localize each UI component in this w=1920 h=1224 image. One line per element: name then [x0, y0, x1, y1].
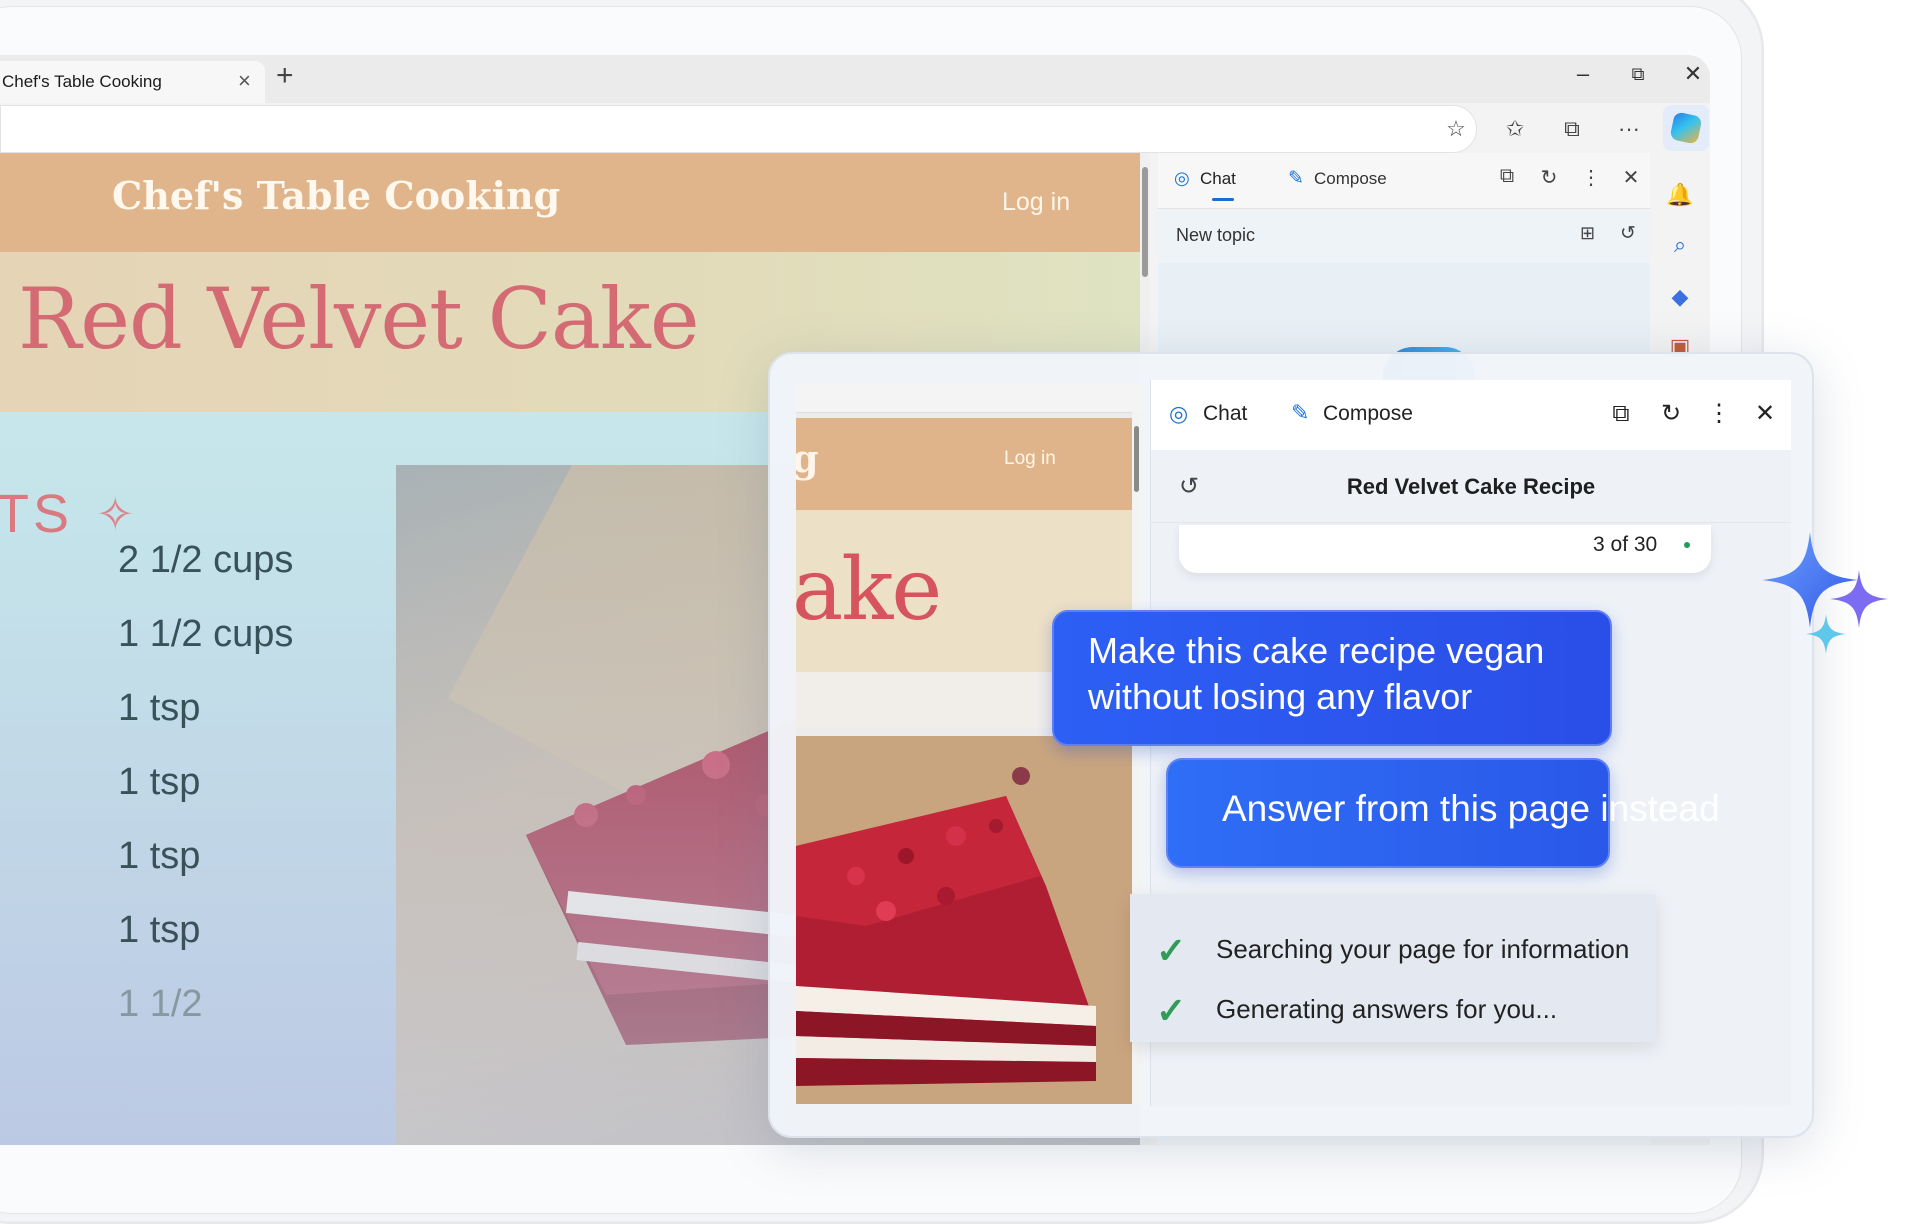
overlay-tab-compose[interactable]: Compose: [1323, 402, 1413, 426]
restore-button[interactable]: ⧉: [1621, 64, 1655, 85]
favorites-icon[interactable]: ✩: [1497, 111, 1533, 147]
check-icon: ✓: [1156, 990, 1187, 1031]
status-step: Searching your page for information: [1216, 934, 1630, 964]
more-icon[interactable]: ···: [1611, 111, 1647, 147]
ingredients-heading: TS: [0, 484, 74, 544]
star-add-icon[interactable]: ☆: [1438, 111, 1474, 147]
check-icon: ✓: [1156, 930, 1187, 971]
history-icon[interactable]: ↺: [1620, 222, 1636, 245]
ingredient-item: 1 tsp: [118, 835, 201, 877]
refresh-icon[interactable]: ↻: [1653, 396, 1689, 432]
ingredient-item: 2 1/2 cups: [118, 539, 294, 581]
address-bar[interactable]: [0, 105, 1477, 153]
user-prompt-text: Make this cake recipe vegan without losi…: [1088, 630, 1545, 717]
compose-icon: ✎: [1291, 400, 1310, 425]
user-prompt-bubble: Make this cake recipe vegan without losi…: [1052, 610, 1612, 746]
overlay-login-link[interactable]: Log in: [1004, 448, 1056, 470]
response-counter: 3 of 30: [1593, 533, 1658, 556]
progress-status-card: ✓ Searching your page for information ✓ …: [1130, 894, 1656, 1042]
more-vertical-icon[interactable]: ⋮: [1701, 396, 1737, 432]
response-card: 3 of 30: [1179, 525, 1711, 573]
collections-icon[interactable]: ⧉: [1554, 111, 1590, 147]
copilot-icon: [1669, 111, 1703, 145]
page-scrollbar-thumb[interactable]: [1142, 167, 1148, 277]
tag-icon[interactable]: ◆: [1662, 279, 1698, 315]
conversation-title-bar: Red Velvet Cake Recipe ↺: [1151, 450, 1791, 523]
overlay-tab-bar: [796, 384, 1142, 413]
overlay-recipe-title-fragment: ake: [796, 540, 942, 640]
status-step: Generating answers for you...: [1216, 994, 1558, 1024]
sidebar-tab-compose[interactable]: Compose: [1314, 169, 1387, 189]
active-tab-indicator: [1212, 198, 1234, 201]
overlay-tab-chat[interactable]: Chat: [1203, 402, 1247, 426]
overlay-site-title-fragment: g: [796, 436, 819, 481]
minimize-button[interactable]: –: [1566, 61, 1600, 87]
overlay-scrollbar-thumb[interactable]: [1134, 426, 1139, 492]
new-tab-button[interactable]: +: [276, 59, 294, 93]
overlay-chat-header: ◎ Chat ✎ Compose ⧉ ↻ ⋮ ✕: [1151, 380, 1791, 451]
answer-from-page-button[interactable]: Answer from this page instead: [1166, 758, 1720, 868]
chat-icon: ◎: [1174, 168, 1190, 188]
more-vertical-icon[interactable]: ⋮: [1576, 165, 1606, 190]
sparkle-icon: ✧: [96, 488, 135, 540]
sidebar-header: ◎ Chat ✎ Compose ⧉ ↻ ⋮ ✕: [1158, 153, 1650, 209]
sparkle-icon: [1806, 614, 1846, 654]
topic-bar: New topic ⊞ ↺: [1158, 209, 1650, 263]
conversation-title: Red Velvet Cake Recipe: [1346, 474, 1596, 499]
ingredient-item: 1 1/2 cups: [118, 613, 294, 655]
login-link[interactable]: Log in: [1002, 188, 1070, 217]
tab-chefs-table[interactable]: Chef's Table Cooking ×: [0, 61, 265, 103]
status-dot: [1684, 542, 1690, 548]
answer-from-page-label: Answer from this page instead: [1222, 788, 1720, 829]
history-icon[interactable]: ↺: [1179, 472, 1199, 501]
new-chat-icon[interactable]: ⊞: [1580, 223, 1595, 244]
open-in-new-icon[interactable]: ⧉: [1492, 165, 1522, 188]
copilot-button[interactable]: [1663, 105, 1709, 151]
ingredient-item: 1 tsp: [118, 909, 201, 951]
ingredient-item: 1 tsp: [118, 761, 201, 803]
cake-slice-image: [796, 736, 1132, 1104]
ingredient-item: 1 tsp: [118, 687, 201, 729]
site-header: Chef's Table Cooking Log in: [0, 153, 1140, 252]
new-topic-label[interactable]: New topic: [1176, 225, 1255, 246]
sidebar-tab-chat[interactable]: Chat: [1200, 169, 1236, 189]
overlay-site-header: g Log in: [796, 418, 1132, 510]
bell-icon[interactable]: 🔔: [1662, 177, 1698, 213]
close-window-button[interactable]: ✕: [1676, 61, 1710, 87]
ingredient-item: 1 1/2: [118, 983, 203, 1025]
site-title[interactable]: Chef's Table Cooking: [112, 173, 560, 218]
recipe-title: Red Velvet Cake: [18, 270, 700, 368]
overlay-cake-photo: [796, 736, 1132, 1104]
tab-strip: Chef's Table Cooking × + – ⧉ ✕: [0, 55, 1710, 103]
tab-title: Chef's Table Cooking: [2, 72, 162, 91]
search-icon[interactable]: ⌕: [1662, 227, 1698, 263]
open-in-new-icon[interactable]: ⧉: [1603, 396, 1639, 432]
tab-close-icon[interactable]: ×: [238, 68, 251, 94]
chat-icon: ◎: [1169, 401, 1189, 426]
refresh-icon[interactable]: ↻: [1534, 165, 1564, 190]
close-icon[interactable]: ✕: [1616, 165, 1646, 190]
compose-icon: ✎: [1288, 168, 1304, 189]
close-icon[interactable]: ✕: [1747, 396, 1783, 432]
